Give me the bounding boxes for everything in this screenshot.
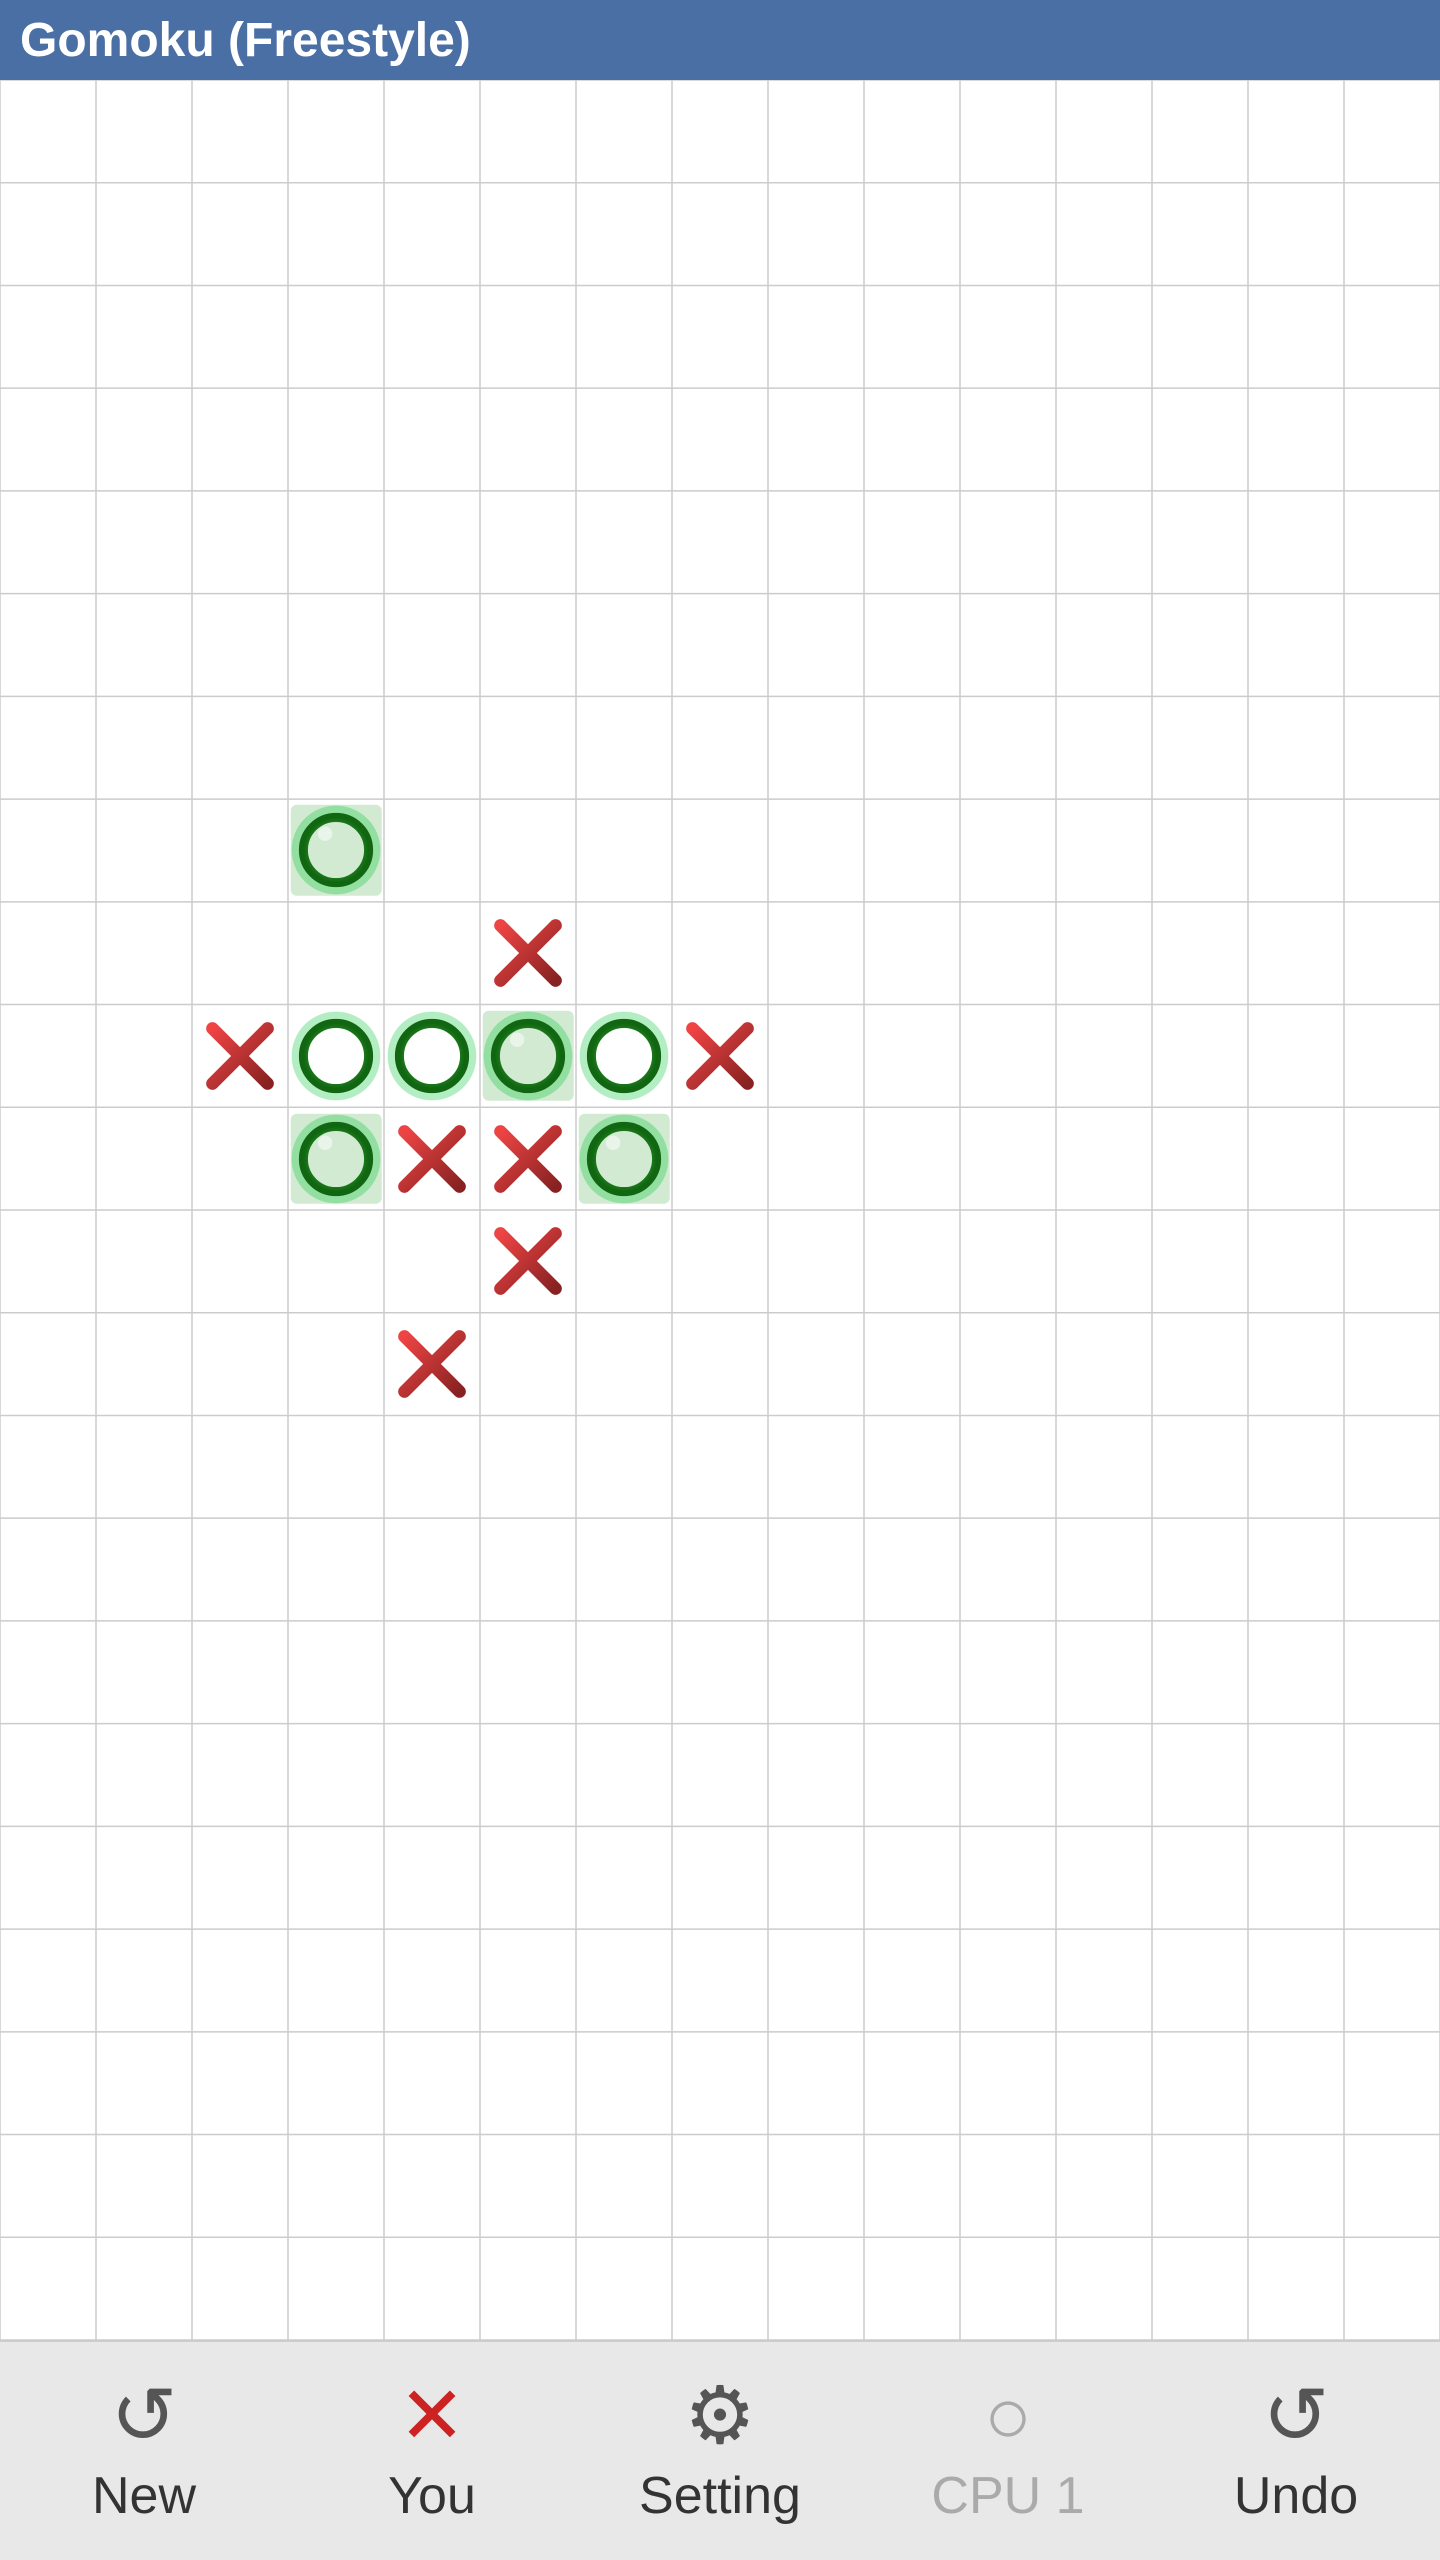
new-label: New xyxy=(92,2466,196,2526)
piece-1 xyxy=(489,914,568,993)
cpu-icon: ○ xyxy=(984,2376,1032,2456)
piece-7 xyxy=(681,1017,760,1096)
piece-3 xyxy=(291,1011,382,1102)
undo-label: Undo xyxy=(1234,2466,1358,2526)
new-icon: ↺ xyxy=(110,2376,177,2456)
piece-4 xyxy=(387,1011,478,1102)
piece-11 xyxy=(579,1113,670,1204)
bottom-bar: ↺ New ✕ You ⚙ Setting ○ CPU 1 ↺ Undo xyxy=(0,2340,1440,2560)
game-board[interactable] xyxy=(0,80,1440,2340)
piece-5 xyxy=(483,1011,574,1102)
app-title: Gomoku (Freestyle) xyxy=(20,13,471,68)
piece-8 xyxy=(291,1113,382,1204)
new-button[interactable]: ↺ New xyxy=(0,2342,288,2560)
setting-button[interactable]: ⚙ Setting xyxy=(576,2342,864,2560)
title-bar: Gomoku (Freestyle) xyxy=(0,0,1440,80)
cpu-button[interactable]: ○ CPU 1 xyxy=(864,2342,1152,2560)
you-label: You xyxy=(388,2466,476,2526)
piece-13 xyxy=(393,1325,472,1404)
piece-9 xyxy=(393,1119,472,1198)
piece-0 xyxy=(291,805,382,896)
setting-icon: ⚙ xyxy=(684,2376,756,2456)
undo-icon: ↺ xyxy=(1262,2376,1329,2456)
grid xyxy=(0,80,1440,2340)
piece-6 xyxy=(579,1011,670,1102)
piece-12 xyxy=(489,1222,568,1301)
piece-2 xyxy=(201,1017,280,1096)
setting-label: Setting xyxy=(639,2466,801,2526)
undo-button[interactable]: ↺ Undo xyxy=(1152,2342,1440,2560)
you-icon: ✕ xyxy=(398,2376,465,2456)
you-button[interactable]: ✕ You xyxy=(288,2342,576,2560)
cpu-label: CPU 1 xyxy=(931,2466,1084,2526)
piece-10 xyxy=(489,1119,568,1198)
